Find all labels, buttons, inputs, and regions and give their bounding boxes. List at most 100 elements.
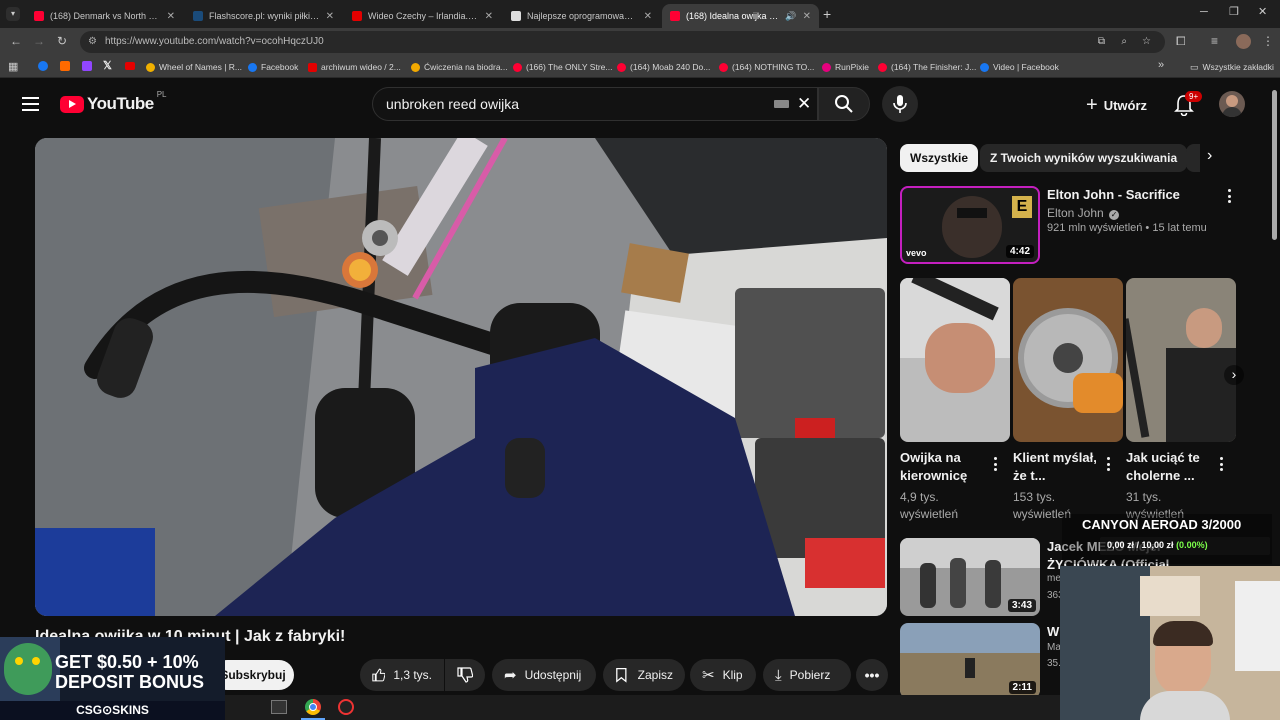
bookmark-item[interactable]: Ćwiczenia na biodra...: [411, 60, 508, 74]
browser-tab[interactable]: Flashscore.pl: wyniki piłki nożn ✕: [185, 4, 342, 28]
chips-next-icon[interactable]: ›: [1207, 147, 1212, 165]
taskbar: [225, 695, 1060, 720]
close-tab-icon[interactable]: ✕: [326, 11, 334, 22]
youtube-logo[interactable]: YouTube PL: [60, 90, 167, 114]
address-bar[interactable]: ⚙ https://www.youtube.com/watch?v=ocohHq…: [80, 31, 1165, 53]
extensions-icon[interactable]: ⧠: [1176, 34, 1186, 49]
browser-tab[interactable]: Najlepsze oprogramowanie do ✕: [503, 4, 660, 28]
facebook-bookmark-icon[interactable]: [38, 61, 48, 71]
more-options-icon[interactable]: [993, 457, 997, 471]
goal-title: CANYON AEROAD 3/2000: [1082, 517, 1242, 532]
channel-name[interactable]: Elton John ✓: [1047, 206, 1120, 220]
bookmark-icon[interactable]: [60, 61, 70, 71]
page-scrollbar[interactable]: [1272, 90, 1277, 240]
bookmark-star-icon[interactable]: ☆: [1142, 31, 1151, 53]
browser-tab[interactable]: (168) Denmark vs North Maced ✕: [26, 4, 183, 28]
chrome-taskbar-icon[interactable]: [305, 699, 321, 715]
bookmark-item[interactable]: RunPixie: [822, 60, 869, 74]
browser-tab-active[interactable]: (168) Idealna owijka w 10 m 🔊 ✕: [662, 4, 819, 28]
bookmarks-bar: ▦ 𝕏 Wheel of Names | R... Facebook archi…: [0, 56, 1280, 78]
save-button[interactable]: Zapisz: [603, 659, 685, 691]
bookmark-item[interactable]: Facebook: [248, 60, 298, 74]
install-app-icon[interactable]: ⧉: [1098, 31, 1105, 53]
reload-icon[interactable]: ↻: [57, 34, 67, 48]
shorts-next-icon[interactable]: ›: [1224, 365, 1244, 385]
account-avatar[interactable]: [1219, 91, 1245, 117]
voice-search-button[interactable]: [882, 86, 918, 122]
bookmark-item[interactable]: (164) Moab 240 Do...: [617, 60, 710, 74]
short-title[interactable]: Jak uciąć te cholerne ...: [1126, 449, 1216, 485]
bookmark-item[interactable]: Wheel of Names | R...: [146, 60, 242, 74]
profile-avatar[interactable]: [1236, 34, 1251, 49]
close-tab-icon[interactable]: ✕: [167, 11, 175, 22]
video-meta: 921 mln wyświetleń • 15 lat temu: [1047, 222, 1207, 234]
minimize-icon[interactable]: ─: [1200, 6, 1208, 18]
bookmark-item[interactable]: archiwum wideo / 2...: [308, 60, 401, 74]
chip-partial[interactable]: [1186, 144, 1200, 172]
bookmark-icon[interactable]: [125, 62, 135, 70]
live-favicon-icon: [352, 11, 362, 21]
recommended-title[interactable]: Elton John - Sacrifice: [1047, 186, 1217, 204]
dislike-button[interactable]: [445, 659, 485, 691]
more-options-icon[interactable]: [1106, 457, 1110, 471]
audio-playing-icon[interactable]: 🔊: [785, 11, 796, 22]
browser-tab[interactable]: Wideo Czechy – Irlandia. Highli ✕: [344, 4, 501, 28]
close-tab-icon[interactable]: ✕: [803, 11, 811, 22]
search-input[interactable]: unbroken reed owijka ✕: [372, 87, 818, 121]
search-value: unbroken reed owijka: [386, 96, 520, 112]
short-thumbnail[interactable]: [1126, 278, 1236, 442]
keyboard-icon[interactable]: [774, 100, 789, 108]
hamburger-menu-icon[interactable]: [22, 97, 39, 111]
recommended-thumbnail[interactable]: 2:11: [900, 623, 1040, 698]
bookmark-item[interactable]: (166) The ONLY Stre...: [513, 60, 612, 74]
short-thumbnail[interactable]: [1013, 278, 1123, 442]
create-button[interactable]: + Utwórz: [1086, 94, 1147, 117]
video-player[interactable]: [35, 138, 887, 616]
recommended-thumbnail[interactable]: E vevo 4:42: [900, 186, 1040, 264]
x-bookmark-icon[interactable]: 𝕏: [103, 59, 112, 72]
clip-button[interactable]: ✂ Klip: [690, 659, 756, 691]
chip-all[interactable]: Wszystkie: [900, 144, 979, 172]
download-label: Pobierz: [789, 668, 831, 682]
chip-from-search[interactable]: Z Twoich wyników wyszukiwania: [980, 144, 1188, 172]
notifications-button[interactable]: 9+: [1174, 91, 1203, 121]
search-button[interactable]: [818, 87, 870, 121]
apps-grid-icon[interactable]: ▦: [8, 60, 18, 73]
webcam-overlay: [1060, 566, 1280, 720]
share-button[interactable]: ➦ Udostępnij: [492, 659, 596, 691]
maximize-icon[interactable]: ❐: [1229, 5, 1239, 18]
all-bookmarks-folder[interactable]: ▭ Wszystkie zakładki: [1190, 60, 1274, 74]
tab-search-icon[interactable]: ▾: [6, 7, 20, 21]
more-options-icon[interactable]: [1219, 457, 1223, 471]
tab-title: Wideo Czechy – Irlandia. Highli: [368, 11, 479, 21]
short-thumbnail[interactable]: [900, 278, 1010, 442]
download-button[interactable]: ⤓ Pobierz: [763, 659, 851, 691]
zoom-icon[interactable]: ⌕: [1121, 31, 1127, 53]
new-tab-button[interactable]: +: [823, 6, 831, 22]
bookmark-item[interactable]: Video | Facebook: [980, 60, 1059, 74]
back-icon[interactable]: ←: [10, 34, 22, 48]
close-tab-icon[interactable]: ✕: [644, 11, 652, 22]
more-bookmarks-icon[interactable]: »: [1158, 59, 1164, 71]
clear-search-icon[interactable]: ✕: [797, 88, 811, 120]
window-close-icon[interactable]: ✕: [1258, 5, 1267, 18]
site-info-icon[interactable]: ⚙: [88, 31, 97, 53]
bookmark-item[interactable]: (164) NOTHING TO...: [719, 60, 814, 74]
tab-title: (168) Denmark vs North Maced: [50, 11, 161, 21]
bookmark-item[interactable]: (164) The Finisher: J...: [878, 60, 976, 74]
short-title[interactable]: Klient myślał, że t...: [1013, 449, 1103, 485]
close-tab-icon[interactable]: ✕: [485, 11, 493, 22]
twitch-bookmark-icon[interactable]: [82, 61, 92, 71]
promo-banner: GET $0.50 + 10% DEPOSIT BONUS CSG⊙SKINS: [0, 637, 225, 720]
terminal-taskbar-icon[interactable]: [271, 700, 287, 714]
browser-menu-icon[interactable]: ⋮: [1262, 34, 1274, 48]
forward-icon[interactable]: →: [33, 34, 45, 48]
obs-taskbar-icon[interactable]: [338, 699, 354, 715]
like-button[interactable]: 1,3 tys.: [360, 659, 444, 691]
more-actions-button[interactable]: •••: [856, 659, 888, 691]
reading-list-icon[interactable]: ≡: [1211, 34, 1218, 48]
more-options-icon[interactable]: [1227, 189, 1231, 203]
short-title[interactable]: Owijka na kierownicę: [900, 449, 990, 485]
recommended-thumbnail[interactable]: 3:43: [900, 538, 1040, 616]
flashscore-favicon-icon: [193, 11, 203, 21]
